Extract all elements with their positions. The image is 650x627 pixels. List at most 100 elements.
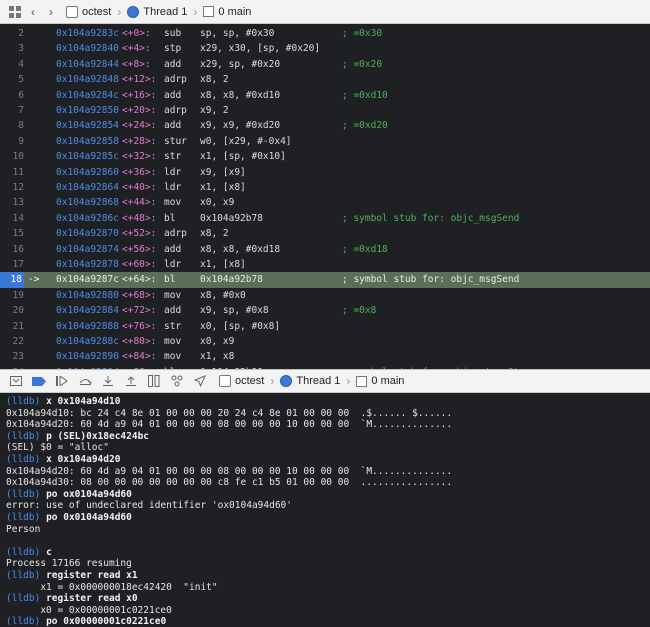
disasm-row[interactable]: 24 0x104a92894<+88>: bl 0x104a92b90 ; symbol…	[0, 365, 650, 369]
disasm-offset: <+48>:	[122, 212, 157, 224]
disasm-offset: <+44>:	[122, 197, 157, 209]
disasm-offset: <+80>:	[122, 336, 157, 347]
disasm-comment: ; =0xd10	[342, 89, 388, 101]
step-into-icon[interactable]	[98, 372, 118, 390]
view-debugger-icon[interactable]	[144, 372, 164, 390]
disasm-operands: x29, x30, [sp, #0x20]	[200, 43, 321, 55]
debug-breadcrumb-frame[interactable]: 0 main	[371, 375, 404, 387]
disasm-mnemonic: add	[164, 243, 182, 255]
breadcrumb-frame[interactable]: 0 main	[218, 6, 251, 18]
lldb-console[interactable]: (lldb) x 0x104a94d10 0x104a94d10: bc 24 c…	[0, 393, 650, 627]
continue-icon[interactable]	[52, 372, 72, 390]
disasm-row-current[interactable]: 18 0x104a9287c <+64>: bl 0x104a92b78 ; symbol…	[0, 272, 650, 288]
debug-breadcrumb: octest › Thread 1 › 0 main	[219, 374, 404, 388]
breadcrumb-project[interactable]: octest	[82, 6, 111, 18]
chevron-left-icon[interactable]: ‹	[24, 3, 42, 21]
disasm-offset: <+4>:	[122, 43, 151, 55]
disasm-address: 0x104a92850	[56, 105, 119, 116]
console-command-line: (lldb) po ox0104a94d60	[6, 489, 644, 501]
simulate-location-icon[interactable]	[190, 372, 210, 390]
disasm-mnemonic: add	[164, 305, 182, 317]
disasm-row[interactable]: 21 0x104a92888 <+76>: str x0, [sp, #0x8]	[0, 319, 650, 334]
disasm-operands: x1, [x8]	[200, 259, 246, 270]
disasm-address: 0x104a92840	[56, 43, 119, 55]
lldb-command: po 0x00000001c0221ce0	[46, 616, 167, 627]
disasm-row[interactable]: 6 0x104a9284c <+16>: add x8, x8, #0xd10 ; =0x…	[0, 88, 650, 103]
disasm-line-number: 15	[12, 228, 24, 240]
disasm-address: 0x104a9283c	[56, 28, 119, 39]
console-output-text: 0x104a94d30: 08 00 00 00 00 00 00 00 c8 …	[6, 477, 453, 489]
disasm-comment: ; =0x20	[342, 58, 383, 70]
disasm-operands: x9, x9, #0xd20	[200, 120, 281, 132]
disasm-row[interactable]: 7 0x104a92850 <+20>: adrp x9, 2	[0, 103, 650, 118]
memory-graph-icon[interactable]	[167, 372, 187, 390]
disasm-row[interactable]: 4 0x104a92844 <+8>: add x29, sp, #0x20 ; =0x2…	[0, 57, 650, 72]
disasm-row[interactable]: 10 0x104a9285c <+32>: str x1, [sp, #0x10]	[0, 149, 650, 164]
disasm-row[interactable]: 13 0x104a92868 <+44>: mov x0, x9	[0, 195, 650, 210]
console-output-text: (SEL) $0 = "alloc"	[6, 442, 109, 454]
program-counter-arrow: ->	[28, 274, 40, 286]
disassembly-view[interactable]: 2 0x104a9283c <+0>: sub sp, sp, #0x30 ; =0x30…	[0, 24, 650, 369]
disasm-operands: x29, sp, #0x20	[200, 58, 281, 70]
disasm-mnemonic: add	[164, 89, 182, 101]
disasm-mnemonic: str	[164, 320, 182, 332]
disasm-offset: <+52>:	[122, 228, 157, 240]
disasm-mnemonic: mov	[164, 197, 182, 209]
console-command-line: (lldb) x 0x104a94d10	[6, 396, 644, 408]
disasm-row[interactable]: 9 0x104a92858 <+28>: stur w0, [x29, #-0x4]	[0, 134, 650, 149]
breadcrumb-separator-icon: ›	[193, 4, 198, 19]
disasm-row[interactable]: 11 0x104a92860 <+36>: ldr x9, [x9]	[0, 165, 650, 180]
disasm-line-number: 2	[18, 28, 24, 39]
lldb-prompt: (lldb)	[6, 453, 41, 465]
console-output-line: 0x104a94d20: 60 4d a9 04 01 00 00 00 08 …	[6, 466, 644, 478]
step-out-icon[interactable]	[121, 372, 141, 390]
disasm-address: 0x104a92874	[56, 243, 119, 255]
disasm-operands: x8, 2	[200, 228, 229, 240]
lldb-prompt: (lldb)	[6, 546, 41, 558]
disasm-row[interactable]: 3 0x104a92840 <+4>: stp x29, x30, [sp, #0x20…	[0, 41, 650, 56]
disasm-line-number: 5	[18, 74, 24, 86]
disasm-row[interactable]: 15 0x104a92870 <+52>: adrp x8, 2	[0, 226, 650, 241]
lldb-command: register read x1	[46, 569, 138, 581]
thread-icon	[127, 5, 140, 18]
console-command-line: (lldb) c	[6, 547, 644, 559]
chevron-right-icon[interactable]: ›	[42, 3, 60, 21]
disasm-address: 0x104a92854	[56, 120, 119, 132]
disasm-line-number: 10	[12, 151, 24, 163]
disasm-mnemonic: mov	[164, 289, 182, 301]
lldb-prompt: (lldb)	[6, 511, 41, 523]
disasm-line-number: 21	[12, 320, 24, 332]
disasm-row[interactable]: 14 0x104a9286c <+48>: bl 0x104a92b78 ; symbol…	[0, 211, 650, 226]
disasm-row[interactable]: 23 0x104a92890 <+84>: mov x1, x8	[0, 349, 650, 364]
disasm-row[interactable]: 5 0x104a92848 <+12>: adrp x8, 2	[0, 72, 650, 87]
disasm-operands: x8, x8, #0xd10	[200, 89, 281, 101]
disasm-line-number: 24	[0, 365, 24, 369]
breadcrumb-thread[interactable]: Thread 1	[143, 6, 187, 18]
step-over-icon[interactable]	[75, 372, 95, 390]
disasm-row[interactable]: 16 0x104a92874 <+56>: add x8, x8, #0xd18 ; =0…	[0, 242, 650, 257]
disasm-row[interactable]: 12 0x104a92864 <+40>: ldr x1, [x8]	[0, 180, 650, 195]
disasm-row[interactable]: 2 0x104a9283c <+0>: sub sp, sp, #0x30 ; =0x30	[0, 26, 650, 41]
disasm-row[interactable]: 20 0x104a92884 <+72>: add x9, sp, #0x8 ; =0x8	[0, 303, 650, 318]
disasm-offset: <+72>:	[122, 305, 157, 317]
breadcrumb-separator-icon: ›	[117, 4, 122, 19]
disasm-offset: <+64>:	[122, 274, 157, 286]
disasm-address: 0x104a9284c	[56, 89, 119, 101]
debug-breadcrumb-project[interactable]: octest	[235, 375, 264, 387]
disasm-operands: x0, x9	[200, 197, 235, 209]
console-output-text: Process 17166 resuming	[6, 558, 132, 570]
disasm-row[interactable]: 8 0x104a92854 <+24>: add x9, x9, #0xd20 ; =0x…	[0, 118, 650, 133]
disasm-row[interactable]: 17 0x104a92878 <+60>: ldr x1, [x8]	[0, 257, 650, 272]
disasm-comment: ; symbol stub for: objc_msgSend	[342, 212, 520, 224]
breakpoints-icon[interactable]	[29, 372, 49, 390]
console-output-text: Person	[6, 523, 41, 535]
debug-breadcrumb-thread[interactable]: Thread 1	[296, 375, 340, 387]
disasm-address: 0x104a92890	[56, 351, 119, 363]
grid-icon[interactable]	[6, 3, 24, 21]
disasm-row[interactable]: 22 0x104a9288c <+80>: mov x0, x9	[0, 334, 650, 349]
disasm-line-number: 17	[12, 259, 24, 270]
disasm-offset: <+32>:	[122, 151, 157, 163]
disasm-row[interactable]: 19 0x104a92880 <+68>: mov x8, #0x0	[0, 288, 650, 303]
console-toggle-icon[interactable]	[6, 372, 26, 390]
